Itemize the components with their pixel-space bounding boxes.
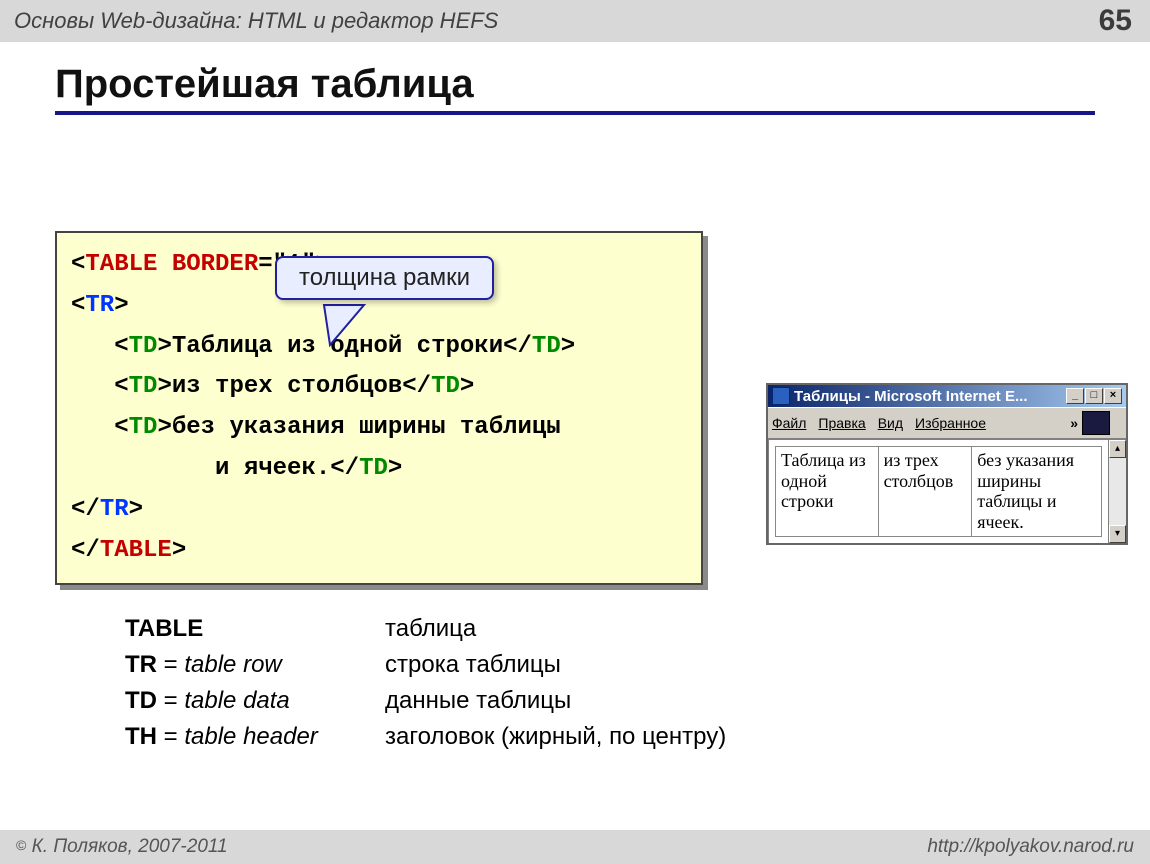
- breadcrumb: Основы Web-дизайна: HTML и редактор HEFS: [14, 8, 498, 34]
- menu-favorites[interactable]: Избранное: [915, 415, 986, 431]
- definitions-list: TABLE таблица TR = table row строка табл…: [125, 615, 1095, 751]
- def-row: TD = table data данные таблицы: [125, 687, 1095, 715]
- menu-more-icon[interactable]: »: [1070, 415, 1078, 431]
- menu-view[interactable]: Вид: [878, 415, 903, 431]
- table-cell: Таблица из одной строки: [776, 447, 879, 537]
- def-row: TR = table row строка таблицы: [125, 651, 1095, 679]
- footer-right: http://kpolyakov.narod.ru: [927, 836, 1134, 858]
- ie-titlebar: Таблицы - Microsoft Internet E... _ □ ×: [768, 385, 1126, 407]
- ie-viewport: Таблица из одной строки из трех столбцов…: [768, 439, 1126, 543]
- ie-preview-window: Таблицы - Microsoft Internet E... _ □ × …: [766, 383, 1128, 545]
- table-cell: из трех столбцов: [878, 447, 972, 537]
- scroll-track[interactable]: [1109, 458, 1126, 525]
- callout-border-width: толщина рамки: [275, 256, 494, 300]
- slide-header: Основы Web-дизайна: HTML и редактор HEFS…: [0, 0, 1150, 42]
- scroll-down-icon[interactable]: ▾: [1109, 525, 1126, 543]
- ie-throbber-icon: [1082, 411, 1110, 435]
- def-row: TABLE таблица: [125, 615, 1095, 643]
- page-number: 65: [1099, 4, 1132, 38]
- minimize-button[interactable]: _: [1066, 388, 1084, 404]
- table-cell: без указания ширины таблицы и ячеек.: [972, 447, 1102, 537]
- maximize-button[interactable]: □: [1085, 388, 1103, 404]
- rendered-table: Таблица из одной строки из трех столбцов…: [775, 446, 1102, 537]
- footer-left: © К. Поляков, 2007-2011: [16, 836, 228, 858]
- close-button[interactable]: ×: [1104, 388, 1122, 404]
- slide-footer: © К. Поляков, 2007-2011 http://kpolyakov…: [0, 830, 1150, 864]
- table-row: Таблица из одной строки из трех столбцов…: [776, 447, 1102, 537]
- ie-app-icon: [772, 387, 790, 405]
- ie-title-text: Таблицы - Microsoft Internet E...: [794, 388, 1066, 405]
- scroll-up-icon[interactable]: ▴: [1109, 440, 1126, 458]
- scrollbar[interactable]: ▴ ▾: [1108, 440, 1126, 543]
- menu-file[interactable]: Файл: [772, 415, 806, 431]
- def-row: TH = table header заголовок (жирный, по …: [125, 723, 1095, 751]
- menu-edit[interactable]: Правка: [818, 415, 865, 431]
- page-title: Простейшая таблица: [55, 62, 1095, 115]
- ie-menubar: Файл Правка Вид Избранное »: [768, 407, 1126, 439]
